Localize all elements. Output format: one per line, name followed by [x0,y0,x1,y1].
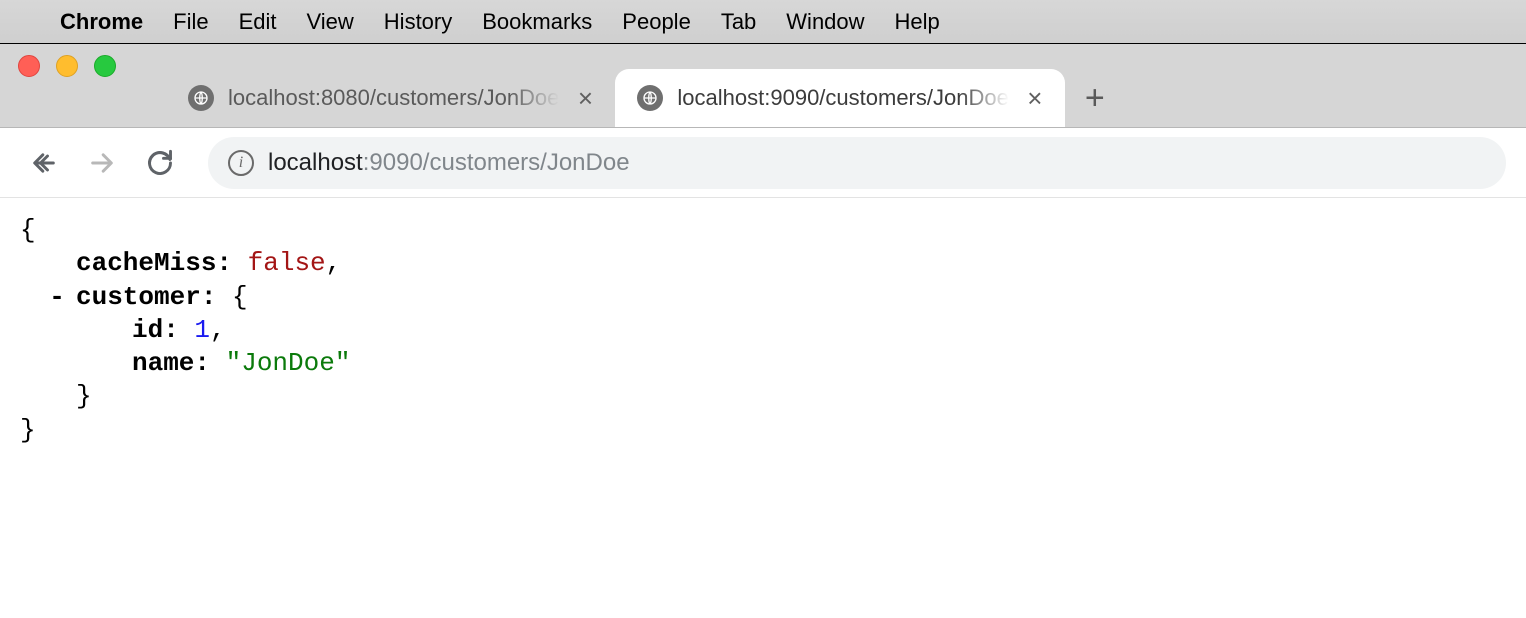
json-row-id: id: 1, [20,314,1506,347]
window-minimize-button[interactable] [56,55,78,77]
window-zoom-button[interactable] [94,55,116,77]
url-port: :9090 [363,149,423,177]
browser-tabstrip: localhost:8080/customers/JonDoe × localh… [0,44,1526,128]
menubar-view[interactable]: View [307,9,354,35]
json-viewer: { cacheMiss: false, -customer: { id: 1, … [0,198,1526,463]
address-bar[interactable]: i localhost:9090/customers/JonDoe [208,137,1506,189]
back-button[interactable] [20,139,68,187]
url-host: localhost [268,149,363,177]
url-text: localhost:9090/customers/JonDoe [268,149,630,177]
tab-close-icon[interactable]: × [1023,86,1047,110]
browser-tab-1[interactable]: localhost:9090/customers/JonDoe × [615,69,1064,127]
browser-tab-0[interactable]: localhost:8080/customers/JonDoe × [166,69,615,127]
menubar-tab[interactable]: Tab [721,9,756,35]
window-controls [18,44,116,127]
menubar-help[interactable]: Help [895,9,940,35]
json-row-cachemiss: cacheMiss: false, [20,247,1506,280]
globe-icon [637,85,663,111]
menubar-file[interactable]: File [173,9,208,35]
tab-title: localhost:9090/customers/JonDoe [677,85,1008,111]
tab-close-icon[interactable]: × [573,86,597,110]
menubar-bookmarks[interactable]: Bookmarks [482,9,592,35]
new-tab-button[interactable]: + [1065,69,1125,127]
menubar-people[interactable]: People [622,9,691,35]
json-brace-close: } [20,414,1506,447]
macos-menubar: Chrome File Edit View History Bookmarks … [0,0,1526,44]
menubar-app-name[interactable]: Chrome [60,9,143,35]
menubar-history[interactable]: History [384,9,452,35]
globe-icon [188,85,214,111]
menubar-edit[interactable]: Edit [239,9,277,35]
menubar-window[interactable]: Window [786,9,864,35]
url-path: /customers/JonDoe [423,149,630,177]
window-close-button[interactable] [18,55,40,77]
json-row-customer: -customer: { [20,281,1506,314]
site-info-icon[interactable]: i [228,150,254,176]
json-row-name: name: "JonDoe" [20,347,1506,380]
forward-button[interactable] [78,139,126,187]
json-brace-open: { [20,214,1506,247]
json-brace-close-inner: } [20,380,1506,413]
browser-toolbar: i localhost:9090/customers/JonDoe [0,128,1526,198]
reload-button[interactable] [136,139,184,187]
json-collapse-toggle[interactable]: - [46,281,68,314]
tab-title: localhost:8080/customers/JonDoe [228,85,559,111]
